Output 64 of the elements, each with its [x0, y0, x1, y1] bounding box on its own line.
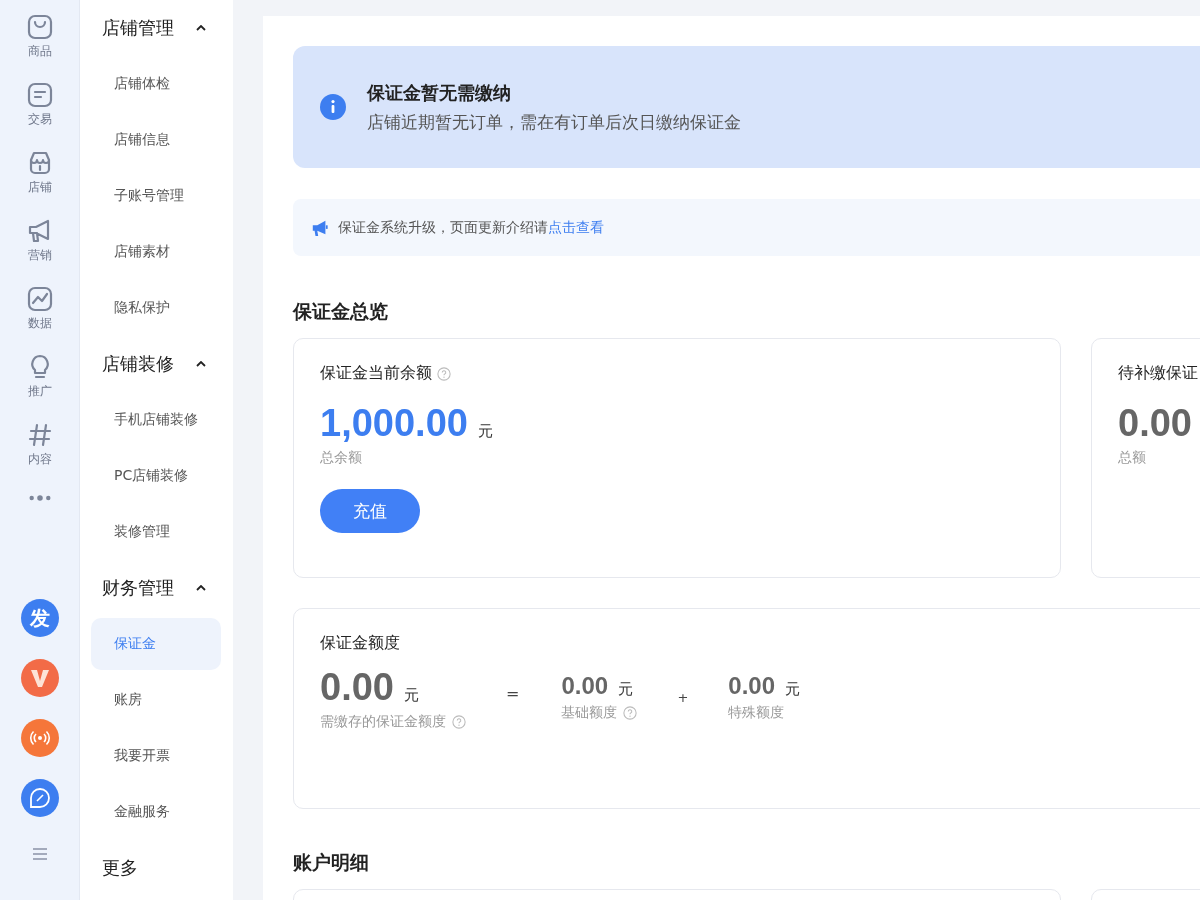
submenu-item[interactable]: 店铺体检	[91, 58, 221, 110]
balance-amount: 1,000.00	[320, 402, 468, 445]
currency-unit: 元	[403, 686, 419, 705]
submenu-item[interactable]: 我要开票	[91, 730, 221, 782]
help-icon[interactable]	[437, 366, 451, 381]
currency-unit: 元	[477, 422, 493, 441]
nav-item[interactable]: 交易	[26, 82, 53, 150]
info-icon	[320, 94, 346, 120]
compass-icon[interactable]	[20, 779, 59, 817]
chart-icon	[26, 286, 53, 312]
amount-value: 0.00	[561, 672, 609, 700]
currency-unit: 元	[618, 680, 634, 699]
plus-sign: +	[677, 690, 689, 705]
menu-icon[interactable]	[31, 847, 48, 861]
nav-item[interactable]: 营销	[26, 218, 53, 286]
bag-icon	[26, 14, 53, 40]
notice-text: 保证金系统升级，页面更新介绍请点击查看	[338, 218, 604, 237]
card-title: 保证金当前余额	[320, 363, 432, 384]
menu-group-header[interactable]: 财务管理	[80, 560, 233, 616]
hashtag-icon	[26, 422, 53, 448]
app-logo-icon[interactable]	[20, 659, 59, 697]
help-icon[interactable]	[623, 706, 638, 720]
submenu-item[interactable]: PC店铺装修	[91, 450, 221, 502]
menu-group-header[interactable]: 店铺管理	[80, 0, 233, 56]
section-heading: 保证金总览	[293, 299, 389, 324]
more-icon[interactable]	[27, 494, 52, 502]
megaphone-icon	[311, 218, 329, 237]
submenu-item[interactable]: 隐私保护	[91, 282, 221, 334]
amount-label: 需缴存的保证金额度	[320, 713, 446, 731]
document-icon	[26, 82, 53, 108]
banner-title: 保证金暂无需缴纳	[367, 80, 512, 105]
amount-label: 特殊额度	[728, 704, 785, 722]
amount-label: 总额	[1118, 449, 1146, 467]
section-heading: 账户明细	[293, 850, 370, 875]
submenu-item[interactable]: 金融服务	[91, 786, 221, 838]
nav-item[interactable]: 推广	[26, 354, 53, 422]
nav-item[interactable]: 内容	[26, 422, 53, 490]
card-title: 保证金额度	[320, 633, 400, 654]
submenu-item[interactable]: 装修管理	[91, 506, 221, 558]
submenu-item[interactable]: 店铺素材	[91, 226, 221, 278]
amount-value: 0.00	[320, 666, 394, 709]
submenu-item[interactable]: 保证金	[91, 618, 221, 670]
amount-label: 基础额度	[561, 704, 618, 722]
card-title: 待补缴保证	[1118, 363, 1198, 384]
menu-group-header[interactable]: 更多	[80, 840, 233, 896]
view-link[interactable]: 点击查看	[548, 218, 604, 235]
help-icon[interactable]	[452, 715, 466, 729]
nav-item[interactable]: 店铺	[26, 150, 53, 218]
amount-label: 总余额	[320, 449, 362, 467]
submenu-item[interactable]: 账房	[91, 674, 221, 726]
recharge-button[interactable]: 充值	[320, 489, 420, 533]
pending-amount: 0.00	[1118, 402, 1192, 445]
nav-item[interactable]: 商品	[26, 14, 53, 82]
broadcast-icon[interactable]	[20, 719, 59, 757]
submenu-item[interactable]: 店铺信息	[91, 114, 221, 166]
submenu-item[interactable]: 子账号管理	[91, 170, 221, 222]
currency-unit: 元	[785, 680, 801, 699]
app-button[interactable]: 发	[20, 599, 59, 637]
equals-sign: =	[506, 684, 520, 703]
banner-text: 店铺近期暂无订单，需在有订单后次日缴纳保证金	[367, 110, 741, 134]
amount-value: 0.00	[728, 672, 776, 700]
menu-group-header[interactable]: 店铺装修	[80, 336, 233, 392]
submenu-item[interactable]: 手机店铺装修	[91, 394, 221, 446]
nav-item[interactable]: 数据	[26, 286, 53, 354]
